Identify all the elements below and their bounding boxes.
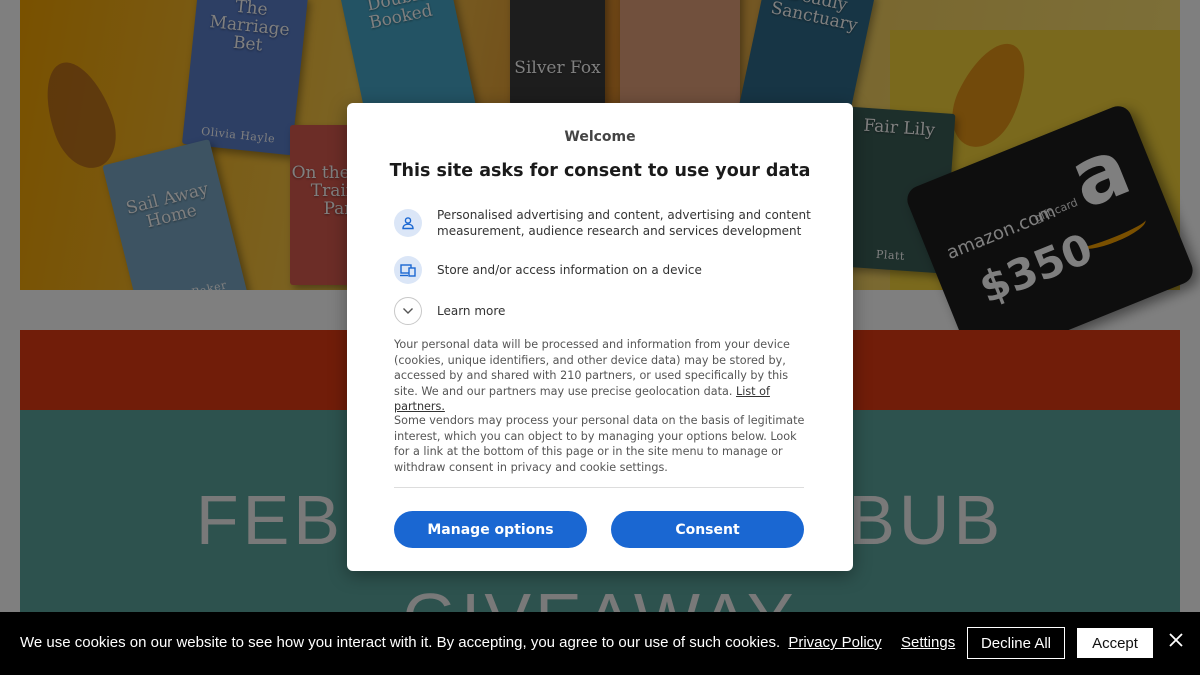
purpose-personalised-ads: Personalised advertising and content, ad…: [394, 207, 814, 239]
purpose-label: Personalised advertising and content, ad…: [437, 208, 811, 238]
cookie-message: We use cookies on our website to see how…: [20, 634, 882, 651]
consent-button[interactable]: Consent: [611, 511, 804, 548]
data-processing-notice: Your personal data will be processed and…: [394, 337, 806, 415]
notice-text: Your personal data will be processed and…: [394, 338, 790, 398]
privacy-policy-link[interactable]: Privacy Policy: [788, 634, 881, 651]
chevron-down-icon[interactable]: [394, 297, 422, 325]
learn-more-toggle[interactable]: Learn more: [394, 297, 814, 325]
cookie-banner: We use cookies on our website to see how…: [0, 612, 1200, 675]
close-icon[interactable]: [1166, 630, 1186, 650]
cookie-settings-link[interactable]: Settings: [901, 634, 955, 651]
learn-more-label[interactable]: Learn more: [437, 303, 505, 319]
devices-icon: [394, 256, 422, 284]
person-icon: [394, 209, 422, 237]
decline-all-button[interactable]: Decline All: [967, 627, 1065, 659]
consent-dialog: Welcome This site asks for consent to us…: [347, 103, 853, 571]
dialog-title: This site asks for consent to use your d…: [389, 161, 811, 181]
manage-options-button[interactable]: Manage options: [394, 511, 587, 548]
purpose-label: Store and/or access information on a dev…: [437, 263, 702, 277]
divider: [394, 487, 804, 488]
dialog-welcome: Welcome: [564, 129, 636, 145]
purpose-store-access: Store and/or access information on a dev…: [394, 256, 814, 284]
legitimate-interest-notice: Some vendors may process your personal d…: [394, 414, 805, 474]
cookie-text: We use cookies on our website to see how…: [20, 634, 781, 651]
accept-button[interactable]: Accept: [1077, 628, 1153, 658]
